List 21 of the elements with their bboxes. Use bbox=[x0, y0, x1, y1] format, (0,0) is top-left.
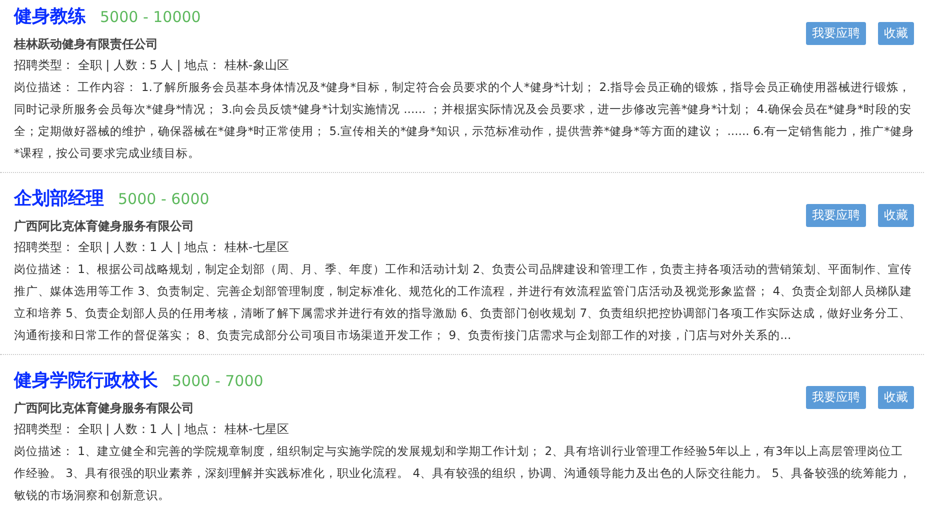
salary-range: 5000 - 7000 bbox=[172, 372, 264, 390]
favorite-button[interactable]: 收藏 bbox=[878, 22, 914, 45]
apply-button[interactable]: 我要应聘 bbox=[806, 22, 866, 45]
job-title-link[interactable]: 健身学院行政校长 bbox=[14, 368, 158, 392]
company-name: 广西阿比克体育健身服务有限公司 bbox=[14, 218, 195, 235]
favorite-button[interactable]: 收藏 bbox=[878, 204, 914, 227]
job-info: 招聘类型： 全职 | 人数：1 人 | 地点： 桂林-七星区 bbox=[14, 421, 289, 438]
job-description: 岗位描述： 工作内容： 1.了解所服务会员基本身体情况及*健身*目标，制定符合会员要求的个人*健身*计划； 2.指导会员正确的锻炼，指导会员正确使用器械进行锻炼，同时记录所服务会员每次*健身*情况； 3.向会员反馈*健身*计划实施情况 ...... ；并根据实际情况及会员要求，进一步修改完善*健身*计划； 4.确保会员在*健身*时段的安全；定期做好器械的维护，确保器械在*健身*时正常使用； 5.宣传相关的*健身*知识，示范标准动作，提供营养*健身*等方面的建议； ...... 6.有一定销售能力，推广*健身*课程，按公司要求完成业绩目标。 bbox=[14, 79, 914, 162]
job-description: 岗位描述： 1、根据公司战略规划，制定企划部（周、月、季、年度）工作和活动计划 2、负责公司品牌建设和管理工作，负责主持各项活动的营销策划、平面制作、宣传推广、媒体选用等工作 3、负责制定、完善企划部管理制度，制定标准化、规范化的工作流程，并进行有效流程监管门店活动及视觉形象监督； 4、负责企划部人员梯队建立和培养 5、负责企划部人员的任用考核，清晰了解下属需求并进行有效的指导激励 6、负责部门创收规划 7、负责组织把控协调部门各项工作实际达成，做好业务分工、沟通衔接和日常工作的督促落实； 8、负责完成部分公司项目市场渠道开发工作； 9、负责衔接门店需求与企划部工作的对接，门店与对外关系的... bbox=[14, 261, 914, 344]
salary-range: 5000 - 6000 bbox=[118, 190, 210, 208]
job-description: 岗位描述： 1、建立健全和完善的学院规章制度，组织制定与实施学院的发展规划和学期工作计划； 2、具有培训行业管理工作经验5年以上，有3年以上高层管理岗位工作经验。 3、具有很强的职业素养，深刻理解并实践标准化，职业化流程。 4、具有较强的组织，协调、沟通领导能力及出色的人际交往能力。 5、具备较强的统筹能力，敏锐的市场洞察和创新意识。 bbox=[14, 443, 912, 504]
favorite-button[interactable]: 收藏 bbox=[878, 386, 914, 409]
job-info: 招聘类型： 全职 | 人数：1 人 | 地点： 桂林-七星区 bbox=[14, 239, 289, 256]
company-name: 广西阿比克体育健身服务有限公司 bbox=[14, 400, 195, 417]
job-title-link[interactable]: 健身教练 bbox=[14, 4, 86, 28]
company-name: 桂林跃动健身有限责任公司 bbox=[14, 36, 159, 53]
apply-button[interactable]: 我要应聘 bbox=[806, 386, 866, 409]
job-title-link[interactable]: 企划部经理 bbox=[14, 186, 104, 210]
job-info: 招聘类型： 全职 | 人数：5 人 | 地点： 桂林-象山区 bbox=[14, 57, 289, 74]
salary-range: 5000 - 10000 bbox=[100, 8, 201, 26]
apply-button[interactable]: 我要应聘 bbox=[806, 204, 866, 227]
